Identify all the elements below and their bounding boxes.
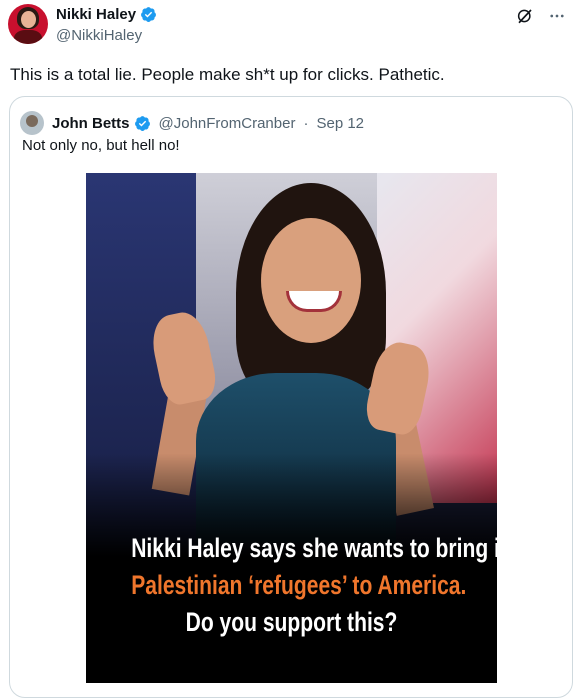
quoted-text: Not only no, but hell no! (22, 137, 180, 154)
caption-line-1: Nikki Haley says she wants to bring in (131, 533, 497, 563)
quoted-header: John Betts @JohnFromCranber · Sep 12 (20, 111, 364, 135)
verified-badge-icon (134, 115, 150, 131)
quoted-author-name[interactable]: John Betts (52, 115, 130, 132)
quoted-post[interactable]: John Betts @JohnFromCranber · Sep 12 Not… (9, 96, 573, 698)
more-icon[interactable] (547, 6, 567, 26)
quoted-avatar[interactable] (20, 111, 44, 135)
author-handle[interactable]: @NikkiHaley (56, 27, 142, 44)
post-text: This is a total lie. People make sh*t up… (10, 65, 445, 84)
quoted-author-handle[interactable]: @JohnFromCranber (159, 115, 296, 132)
author-avatar[interactable] (8, 4, 48, 44)
grok-icon[interactable] (515, 6, 535, 26)
avatar-body (14, 30, 42, 44)
media-caption: Nikki Haley says she wants to bring in P… (131, 530, 497, 641)
caption-line-3: Do you support this? (185, 607, 398, 637)
top-actions (515, 6, 567, 26)
caption-line-2: Palestinian ‘refugees’ to America. (131, 570, 467, 600)
author-name[interactable]: Nikki Haley (56, 6, 136, 23)
author-name-row: Nikki Haley (56, 6, 157, 23)
verified-badge-icon (141, 7, 156, 22)
avatar-face (21, 11, 36, 28)
quoted-media-image[interactable]: Nikki Haley says she wants to bring in P… (86, 173, 497, 683)
post-header: Nikki Haley @NikkiHaley (0, 0, 577, 60)
person-face (261, 218, 361, 343)
quoted-date[interactable]: Sep 12 (316, 115, 364, 132)
quoted-separator: · (303, 114, 309, 132)
